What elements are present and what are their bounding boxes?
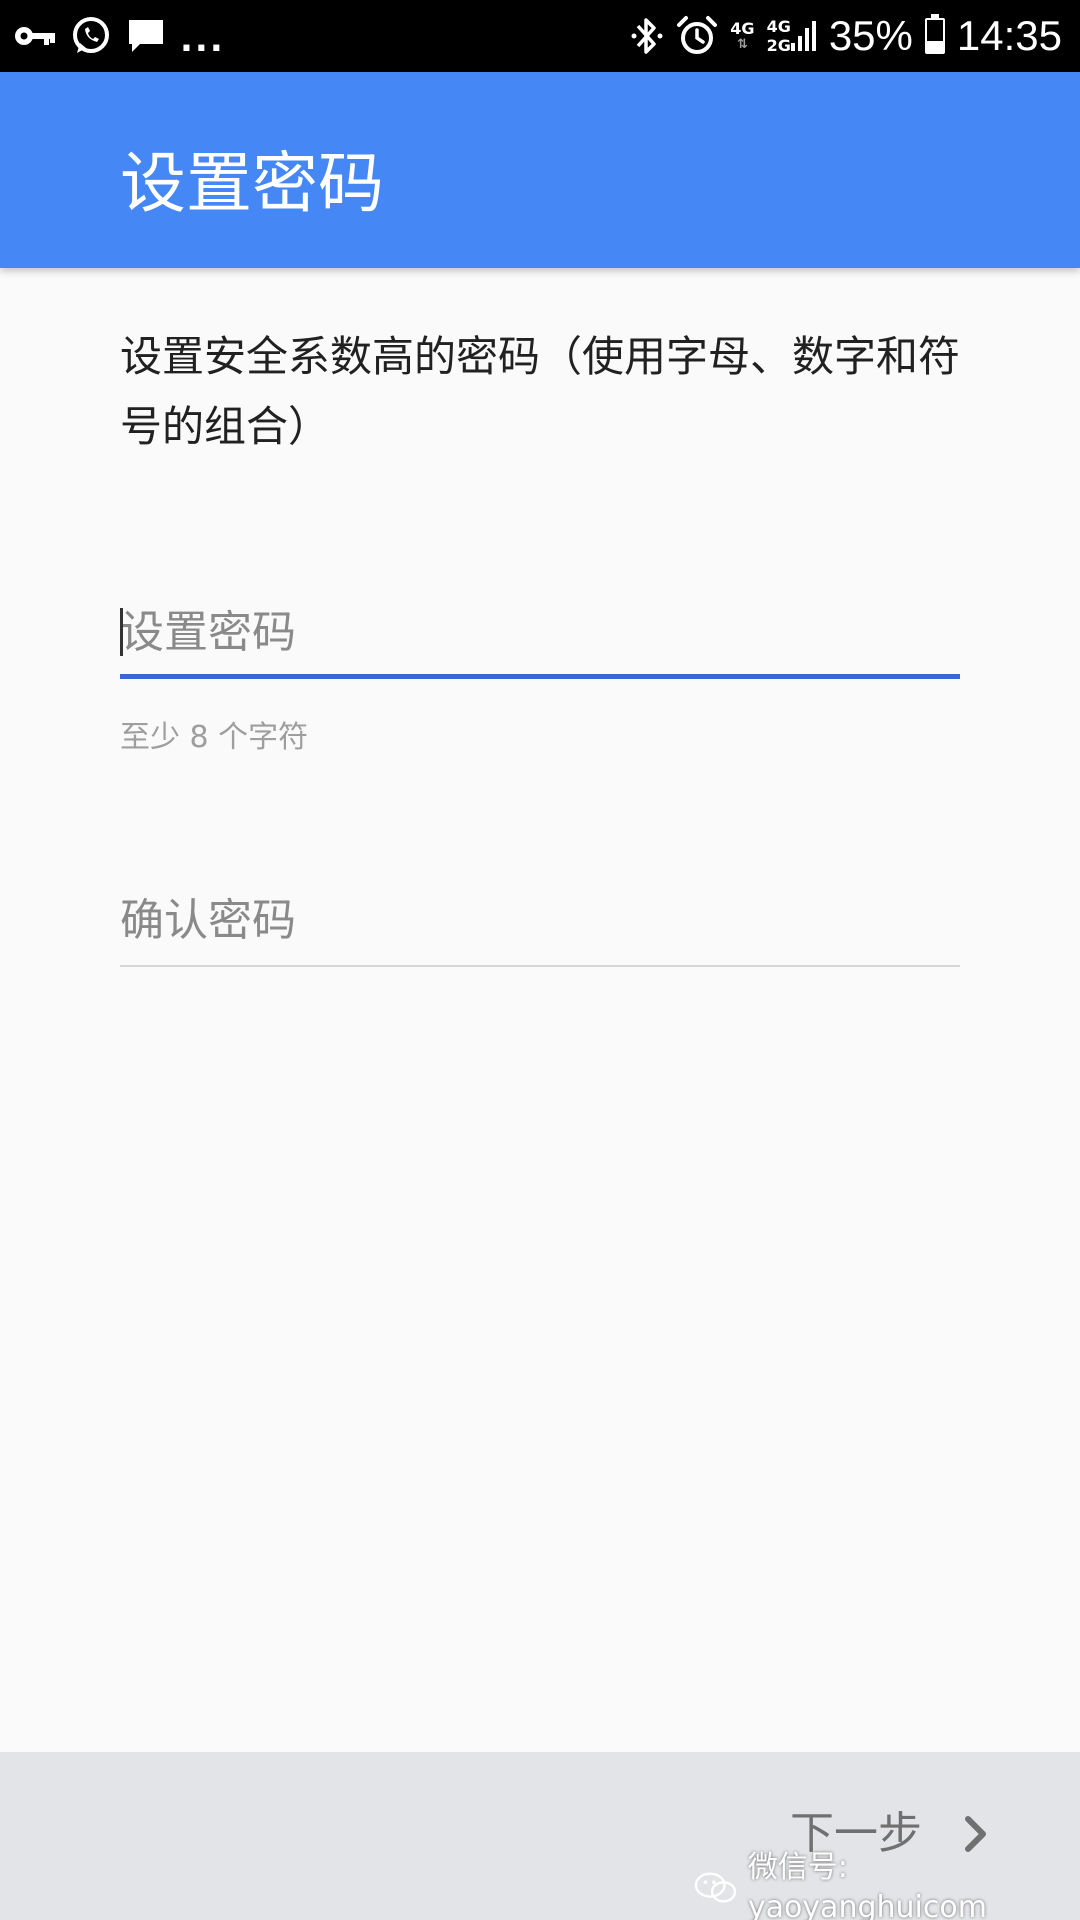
page-title: 设置密码 — [120, 145, 384, 222]
password-field[interactable] — [120, 596, 960, 679]
alarm-icon — [676, 15, 718, 57]
more-notifications-indicator: ... — [180, 20, 225, 60]
confirm-input-underline — [120, 965, 960, 967]
password-instructions: 设置安全系数高的密码（使用字母、数字和符号的组合） — [120, 332, 961, 451]
clock: 14:35 — [956, 12, 1062, 59]
status-bar-left: ... — [14, 0, 239, 72]
battery-icon — [924, 14, 945, 54]
network-type-stack: 4G 2G — [767, 17, 791, 55]
status-bar-right: 4G ⇅ 4G 2G 35% 14:35 — [618, 0, 1062, 72]
message-icon — [126, 16, 166, 56]
network-type-label: 4G — [730, 19, 755, 38]
network-type-top: 4G — [766, 17, 791, 36]
data-arrows-icon: ⇅ — [736, 37, 748, 52]
text-cursor — [120, 608, 123, 656]
confirm-password-field[interactable] — [120, 884, 960, 967]
status-bar: ... 4G ⇅ 4G 2G 35% 14:35 — [0, 0, 1080, 72]
battery-percent: 35% — [828, 12, 913, 59]
whatsapp-icon — [70, 15, 112, 57]
network-type-bottom: 2G — [766, 36, 791, 55]
confirm-password-input[interactable] — [120, 884, 960, 956]
bottom-navigation-bar: 下一步 微信号: yaoyanghuicom — [0, 1752, 1080, 1920]
signal-strength-icon — [790, 19, 817, 53]
battery-fill — [926, 40, 943, 52]
bluetooth-icon — [630, 15, 664, 57]
key-icon — [14, 24, 56, 48]
password-input[interactable] — [120, 596, 960, 668]
wechat-icon — [694, 1872, 737, 1903]
watermark-text: 微信号: yaoyanghuicom — [747, 1850, 987, 1920]
wechat-watermark: 微信号: yaoyanghuicom — [694, 1848, 1080, 1920]
network-indicator-sim2: 4G 2G — [767, 17, 817, 55]
password-hint: 至少 8 个字符 — [120, 720, 309, 755]
network-indicator-sim1: 4G ⇅ — [730, 14, 754, 58]
app-bar: 设置密码 — [0, 72, 1080, 268]
password-input-underline — [120, 674, 960, 679]
